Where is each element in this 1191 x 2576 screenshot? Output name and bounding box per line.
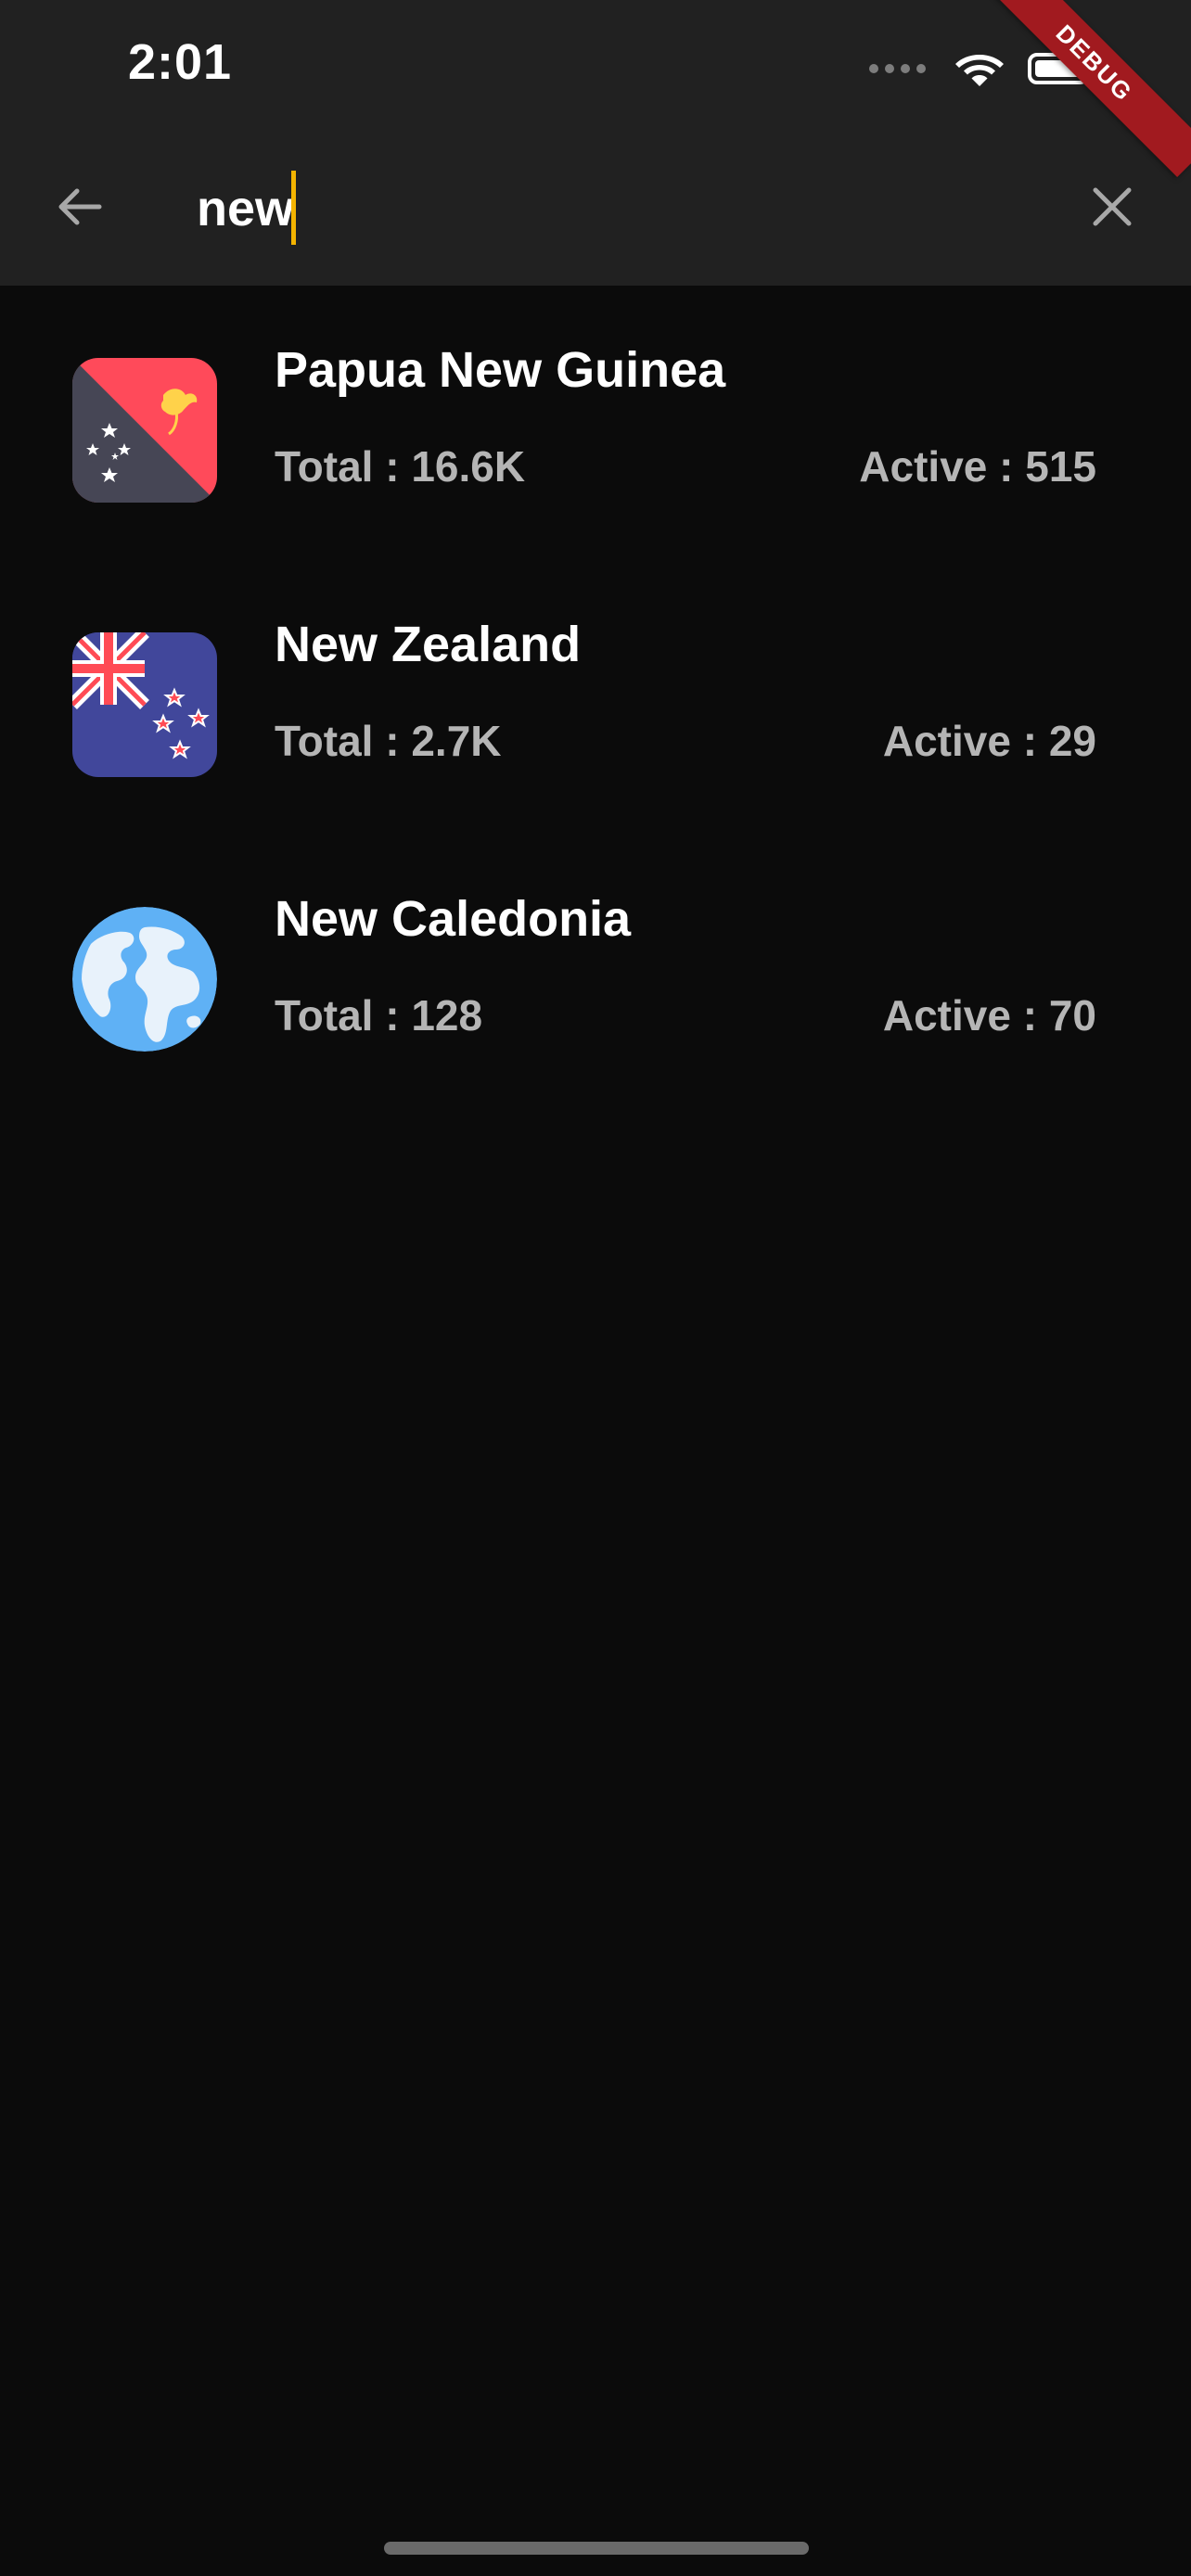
arrow-left-icon	[58, 188, 102, 225]
clear-search-button[interactable]	[1070, 165, 1154, 249]
list-item-new-caledonia[interactable]: New Caledonia Total : 128 Active : 70	[0, 835, 1191, 1109]
active-cases: Active : 70	[882, 991, 1096, 1039]
wifi-icon	[955, 55, 1004, 86]
screen: 2:01 DEBUG new Papua New Guinea Total: …	[0, 0, 1191, 2576]
cellular-signal-icon	[869, 64, 926, 73]
back-button[interactable]	[37, 165, 121, 249]
papua-new-guinea-flag-icon	[72, 358, 217, 503]
app-bar: 2:01 DEBUG	[0, 0, 1191, 286]
total-cases: Total : 16.6K	[275, 442, 526, 491]
country-name: New Caledonia	[275, 891, 632, 947]
total-cases: Total : 128	[275, 991, 483, 1039]
new-zealand-flag-icon	[72, 632, 217, 777]
globe-icon	[72, 907, 217, 1052]
active-cases: Active : 29	[882, 717, 1096, 765]
list-item-papua-new-guinea[interactable]: Papua New Guinea Total : 16.6K Active : …	[0, 286, 1191, 560]
list-item-new-zealand[interactable]: New Zealand Total : 2.7K Active : 29	[0, 560, 1191, 835]
active-cases: Active : 515	[859, 442, 1096, 491]
total-cases: Total : 2.7K	[275, 717, 502, 765]
status-time: 2:01	[128, 34, 233, 90]
text-cursor	[291, 171, 296, 245]
country-name: Papua New Guinea	[275, 342, 726, 398]
search-input[interactable]	[197, 167, 1031, 250]
home-indicator[interactable]	[384, 2542, 809, 2555]
country-name: New Zealand	[275, 617, 582, 672]
close-icon	[1093, 187, 1132, 226]
